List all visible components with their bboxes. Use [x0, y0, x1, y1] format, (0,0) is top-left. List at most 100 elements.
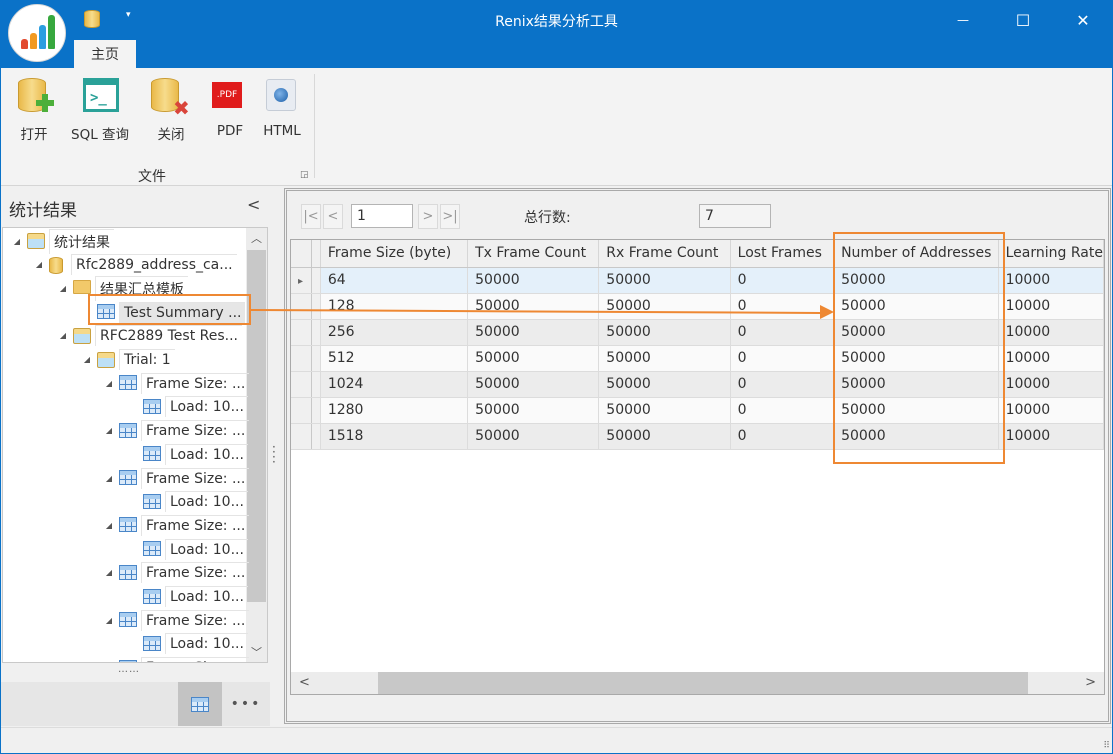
- column-header-lost-frames[interactable]: Lost Frames: [730, 240, 835, 268]
- scroll-up-icon[interactable]: ︿: [246, 230, 267, 246]
- table-cell[interactable]: 50000: [467, 423, 600, 450]
- expand-triangle-icon[interactable]: ◢: [57, 331, 69, 340]
- table-cell[interactable]: 0: [730, 267, 835, 294]
- column-header-rx-frame-count[interactable]: Rx Frame Count: [598, 240, 731, 268]
- column-header-tx-frame-count[interactable]: Tx Frame Count: [467, 240, 600, 268]
- collapse-pane-button[interactable]: <: [247, 195, 260, 214]
- tree-item[interactable]: Load: 10...: [127, 632, 248, 656]
- expand-triangle-icon[interactable]: ◢: [103, 568, 115, 577]
- row-indicator[interactable]: [291, 293, 312, 320]
- table-cell[interactable]: 50000: [467, 319, 600, 346]
- tree-item[interactable]: Load: 10...: [127, 395, 248, 419]
- table-cell[interactable]: 10000: [998, 345, 1104, 372]
- maximize-button[interactable]: ☐: [994, 0, 1052, 40]
- table-cell[interactable]: 50000: [598, 293, 731, 320]
- table-cell[interactable]: 10000: [998, 397, 1104, 424]
- next-page-button[interactable]: >: [418, 204, 438, 229]
- result-tree[interactable]: ︿ ﹀ ◢ 统计结果 ◢ Rfc2889_address_ca... ◢ 结果汇总模板 Te…: [2, 227, 268, 663]
- expand-triangle-icon[interactable]: ◢: [103, 379, 115, 388]
- table-cell[interactable]: 512: [320, 345, 469, 372]
- expand-triangle-icon[interactable]: ◢: [103, 474, 115, 483]
- minimize-button[interactable]: —: [934, 0, 992, 40]
- table-cell[interactable]: 1280: [320, 397, 469, 424]
- expand-triangle-icon[interactable]: ◢: [57, 284, 69, 293]
- table-cell[interactable]: 64: [320, 267, 469, 294]
- tree-item[interactable]: Load: 10...: [127, 442, 248, 466]
- expand-triangle-icon[interactable]: ◢: [103, 521, 115, 530]
- open-button[interactable]: 打开: [14, 76, 54, 143]
- tree-item[interactable]: Load: 10...: [127, 585, 248, 609]
- expand-triangle-icon[interactable]: ◢: [103, 616, 115, 625]
- first-page-button[interactable]: |<: [301, 204, 321, 229]
- pdf-button[interactable]: .PDF PDF: [210, 76, 250, 139]
- tree-item[interactable]: ◢Frame Size: ...: [103, 466, 250, 490]
- table-cell[interactable]: 50000: [598, 423, 731, 450]
- row-indicator[interactable]: ▸: [291, 267, 312, 294]
- close-file-button[interactable]: ✖ 关闭: [151, 76, 191, 143]
- resize-grip-icon[interactable]: ⠿: [1103, 741, 1110, 751]
- grid-horizontal-scrollbar[interactable]: < >: [291, 672, 1104, 694]
- table-cell[interactable]: 0: [730, 319, 835, 346]
- more-button[interactable]: •••: [226, 682, 266, 726]
- tree-item[interactable]: ◢Frame Size: ...: [103, 561, 250, 585]
- tree-item[interactable]: ◢ 统计结果: [11, 228, 114, 254]
- table-cell[interactable]: 50000: [467, 293, 600, 320]
- table-cell[interactable]: 0: [730, 345, 835, 372]
- table-cell[interactable]: 0: [730, 397, 835, 424]
- tab-home[interactable]: 主页: [74, 40, 136, 68]
- tree-item[interactable]: Load: 10...: [127, 490, 248, 514]
- row-indicator[interactable]: [291, 423, 312, 450]
- column-header-frame-size[interactable]: Frame Size (byte): [320, 240, 469, 268]
- scroll-right-icon[interactable]: >: [1085, 675, 1096, 690]
- vertical-splitter[interactable]: · · · ·: [272, 441, 276, 468]
- row-indicator[interactable]: [291, 345, 312, 372]
- grid-view-button[interactable]: [178, 682, 222, 726]
- table-cell[interactable]: 50000: [467, 371, 600, 398]
- row-indicator[interactable]: [291, 397, 312, 424]
- grid-scroll-thumb[interactable]: [378, 672, 1028, 694]
- table-cell[interactable]: 10000: [998, 423, 1104, 450]
- prev-page-button[interactable]: <: [323, 204, 343, 229]
- last-page-button[interactable]: >|: [440, 204, 460, 229]
- column-header-learning-rate[interactable]: Learning Rate: [998, 240, 1104, 268]
- tree-item[interactable]: ◢Frame Size: ...: [103, 513, 250, 537]
- tree-item[interactable]: ◢ RFC2889 Test Res...: [57, 324, 243, 348]
- table-cell[interactable]: 256: [320, 319, 469, 346]
- table-cell[interactable]: 50000: [598, 345, 731, 372]
- table-cell[interactable]: 50000: [598, 397, 731, 424]
- expand-triangle-icon[interactable]: ◢: [11, 237, 23, 246]
- table-cell[interactable]: 10000: [998, 371, 1104, 398]
- table-cell[interactable]: 50000: [467, 345, 600, 372]
- table-cell[interactable]: 0: [730, 423, 835, 450]
- page-number-input[interactable]: 1: [351, 204, 413, 228]
- group-launcher-icon[interactable]: ◲: [300, 170, 309, 180]
- scroll-left-icon[interactable]: <: [299, 675, 310, 690]
- tree-item[interactable]: ◢Frame Size: ...: [103, 419, 250, 443]
- tree-item[interactable]: Load: 10...: [127, 537, 248, 561]
- tree-item[interactable]: ◢Frame Size: ...: [103, 371, 250, 395]
- table-cell[interactable]: 50000: [598, 371, 731, 398]
- row-indicator[interactable]: [291, 371, 312, 398]
- expand-triangle-icon[interactable]: ◢: [103, 426, 115, 435]
- html-button[interactable]: HTML: [262, 76, 302, 139]
- horizontal-splitter[interactable]: ……: [118, 664, 140, 675]
- tree-item[interactable]: ◢ Rfc2889_address_ca...: [33, 253, 237, 277]
- table-cell[interactable]: 50000: [467, 267, 600, 294]
- table-cell[interactable]: 1518: [320, 423, 469, 450]
- tree-item[interactable]: ◢Frame Size: ...: [103, 656, 250, 662]
- table-cell[interactable]: 50000: [467, 397, 600, 424]
- table-cell[interactable]: 10000: [998, 319, 1104, 346]
- expand-triangle-icon[interactable]: ◢: [81, 355, 93, 364]
- table-cell[interactable]: 10000: [998, 293, 1104, 320]
- table-cell[interactable]: 128: [320, 293, 469, 320]
- tree-item[interactable]: ◢Frame Size: ...: [103, 608, 250, 632]
- table-cell[interactable]: 0: [730, 293, 835, 320]
- tree-item[interactable]: ◢ Trial: 1: [81, 348, 175, 372]
- table-cell[interactable]: 50000: [598, 267, 731, 294]
- table-cell[interactable]: 1024: [320, 371, 469, 398]
- expand-triangle-icon[interactable]: ◢: [33, 260, 45, 269]
- row-indicator[interactable]: [291, 319, 312, 346]
- table-cell[interactable]: 0: [730, 371, 835, 398]
- table-cell[interactable]: 10000: [998, 267, 1104, 294]
- close-button[interactable]: ✕: [1054, 0, 1112, 40]
